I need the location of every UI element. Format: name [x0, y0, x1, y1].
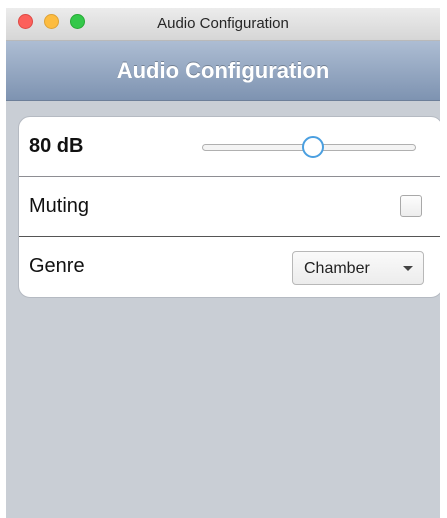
volume-slider[interactable] — [202, 136, 416, 158]
app-window: Audio Configuration Audio Configuration … — [6, 8, 440, 518]
genre-label: Genre — [29, 255, 85, 277]
chevron-down-icon — [403, 266, 413, 271]
volume-row: 80 dB — [19, 117, 440, 176]
genre-row: Genre Chamber — [19, 237, 440, 296]
genre-selected-value: Chamber — [304, 260, 370, 277]
window-title: Audio Configuration — [157, 15, 289, 32]
title-bar[interactable]: Audio Configuration — [6, 8, 440, 41]
navigation-bar: Audio Configuration — [6, 41, 440, 101]
muting-row: Muting — [19, 177, 440, 236]
volume-value-label: 80 dB — [29, 135, 84, 157]
muting-checkbox[interactable] — [400, 195, 422, 217]
page-title: Audio Configuration — [116, 58, 330, 83]
slider-thumb[interactable] — [302, 136, 325, 158]
settings-group: 80 dB Muting Genre Chamber — [18, 116, 440, 298]
genre-select[interactable]: Chamber — [292, 251, 424, 285]
muting-label: Muting — [29, 195, 90, 217]
